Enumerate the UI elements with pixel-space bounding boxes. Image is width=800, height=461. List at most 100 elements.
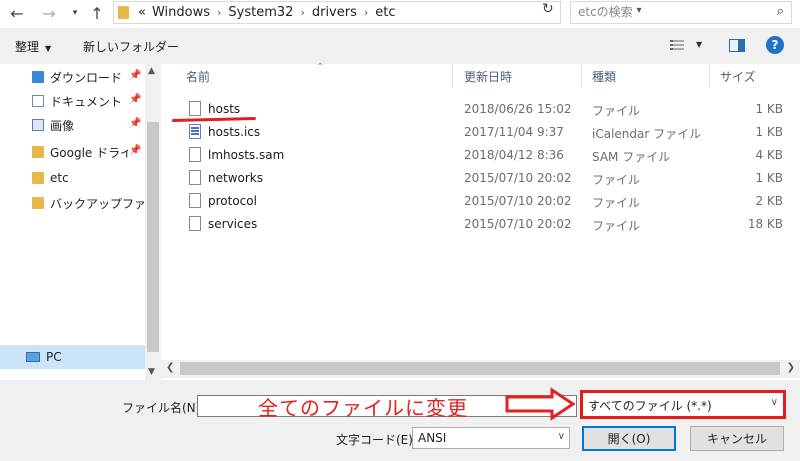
back-arrow-icon[interactable]: ← [6,2,28,24]
file-date: 2015/07/10 20:02 [464,217,572,231]
file-row-services[interactable]: services 2015/07/10 20:02 ファイル 18 KB [161,213,783,236]
file-size: 4 KB [755,148,783,162]
cancel-button[interactable]: キャンセル [690,426,784,451]
navigation-pane: ダウンロード 📌 ドキュメント 📌 画像 📌 Google ドライブ 📌 etc… [0,64,161,380]
file-icon [189,216,201,231]
file-row-hosts-ics[interactable]: hosts.ics 2017/11/04 9:37 iCalendar ファイル… [161,121,783,144]
folder-icon [32,197,44,209]
up-arrow-icon[interactable]: ↑ [86,2,108,24]
encoding-select[interactable]: ANSI ∨ [412,427,570,449]
file-date: 2015/07/10 20:02 [464,171,572,185]
column-header-type[interactable]: 種類 [592,64,616,88]
file-list-vertical-scrollbar[interactable] [783,64,800,360]
new-folder-button[interactable]: 新しいフォルダー [83,38,179,55]
breadcrumb-etc[interactable]: etc [375,5,395,20]
view-options-chevron-icon[interactable]: ▼ [696,40,702,49]
nav-item-label: ダウンロード [50,70,123,85]
file-row-protocol[interactable]: protocol 2015/07/10 20:02 ファイル 2 KB [161,190,783,213]
search-box: ⌕ [570,1,792,24]
details-view-icon[interactable] [670,39,684,51]
nav-scrollbar[interactable]: ▲ ▼ [145,64,161,380]
file-list-horizontal-scrollbar[interactable]: ❮ ❯ [161,360,800,378]
calendar-file-icon [189,124,201,139]
column-header-date[interactable]: 更新日時 [464,64,512,88]
refresh-icon[interactable]: ↻ [542,1,554,17]
file-row-lmhosts-sam[interactable]: lmhosts.sam 2018/04/12 8:36 SAM ファイル 4 K… [161,144,783,167]
scrollbar-thumb[interactable] [147,122,159,352]
file-date: 2015/07/10 20:02 [464,194,572,208]
file-date: 2018/06/26 15:02 [464,102,572,116]
folder-icon [32,172,44,184]
scroll-right-icon[interactable]: ❯ [787,362,795,373]
nav-item-google-drive[interactable]: Google ドライブ [32,142,128,162]
file-date: 2017/11/04 9:37 [464,125,564,139]
breadcrumb-windows[interactable]: Windows [152,5,210,20]
nav-item-downloads[interactable]: ダウンロード [32,67,144,87]
file-size: 18 KB [747,217,783,231]
dialog-footer: ファイル名(N): 全てのファイルに変更 すべてのファイル (*.*) ∨ 文字… [0,380,800,461]
nav-item-label: ドキュメント [50,94,123,109]
file-size: 1 KB [755,125,783,139]
nav-item-documents[interactable]: ドキュメント [32,91,144,111]
chevron-right-icon[interactable]: › [364,6,368,19]
file-size: 2 KB [755,194,783,208]
help-icon[interactable]: ? [766,36,784,54]
nav-item-label: etc [50,171,69,185]
nav-item-pictures[interactable]: 画像 [32,115,144,135]
breadcrumb: « Windows › System32 › drivers › etc [138,5,396,20]
column-divider[interactable] [709,64,710,88]
download-folder-icon [32,71,44,83]
address-bar[interactable]: « Windows › System32 › drivers › etc ▾ [113,1,642,24]
encoding-value: ANSI [418,431,447,445]
column-divider[interactable] [581,64,582,88]
recent-locations-chevron-icon[interactable]: ▾ [64,2,86,24]
folder-icon [118,6,129,19]
organize-button[interactable]: 整理 ▼ [15,38,51,55]
red-arrow-annotation [505,387,576,421]
nav-item-backup-files[interactable]: バックアップファイル [32,193,144,213]
address-row: ← → ▾ ↑ « Windows › System32 › drivers ›… [0,0,800,26]
file-list: ⌃ 名前 更新日時 種類 サイズ hosts 2018/06/26 15:02 … [161,62,800,380]
file-row-networks[interactable]: networks 2015/07/10 20:02 ファイル 1 KB [161,167,783,190]
breadcrumb-system32[interactable]: System32 [228,5,293,20]
pin-icon[interactable]: 📌 [129,145,141,156]
forward-arrow-icon[interactable]: → [38,2,60,24]
column-header-name[interactable]: 名前 [186,64,210,88]
scroll-left-icon[interactable]: ❮ [166,362,174,373]
file-name: protocol [208,194,257,208]
file-date: 2018/04/12 8:36 [464,148,564,162]
nav-item-pc-inner: PC [26,347,138,367]
breadcrumb-drivers[interactable]: drivers [312,5,357,20]
pin-icon[interactable]: 📌 [129,118,141,129]
chevron-right-icon[interactable]: › [300,6,304,19]
nav-item-label: バックアップファイル [50,196,144,211]
scroll-up-icon[interactable]: ▲ [148,66,155,76]
breadcrumb-overflow[interactable]: « [138,5,146,20]
scrollbar-thumb[interactable] [180,362,780,375]
file-type-filter-select[interactable]: すべてのファイル (*.*) ∨ [580,390,786,419]
nav-item-etc[interactable]: etc [32,168,144,188]
file-name: hosts.ics [208,125,261,139]
open-button[interactable]: 開く(O) [582,426,676,451]
column-divider[interactable] [452,64,453,88]
file-name: lmhosts.sam [208,148,285,162]
file-name: services [208,217,258,231]
pictures-icon [32,119,44,131]
search-input[interactable] [578,2,758,22]
column-header-size[interactable]: サイズ [720,64,756,88]
preview-pane-icon[interactable] [729,39,745,52]
pin-icon[interactable]: 📌 [129,70,141,81]
file-type: ファイル [592,104,641,118]
chevron-right-icon[interactable]: › [217,6,221,19]
chevron-down-icon: ▼ [45,44,52,53]
scroll-down-icon[interactable]: ▼ [148,367,155,377]
file-type-filter-value: すべてのファイル (*.*) [588,399,712,413]
pin-icon[interactable]: 📌 [129,94,141,105]
nav-item-pc[interactable]: PC [0,345,145,369]
search-icon[interactable]: ⌕ [777,4,784,19]
filename-label: ファイル名(N): [122,401,205,415]
nav-item-label: 画像 [50,118,75,133]
file-icon [189,170,201,185]
file-type: iCalendar ファイル [592,127,702,141]
encoding-label: 文字コード(E): [336,433,417,447]
